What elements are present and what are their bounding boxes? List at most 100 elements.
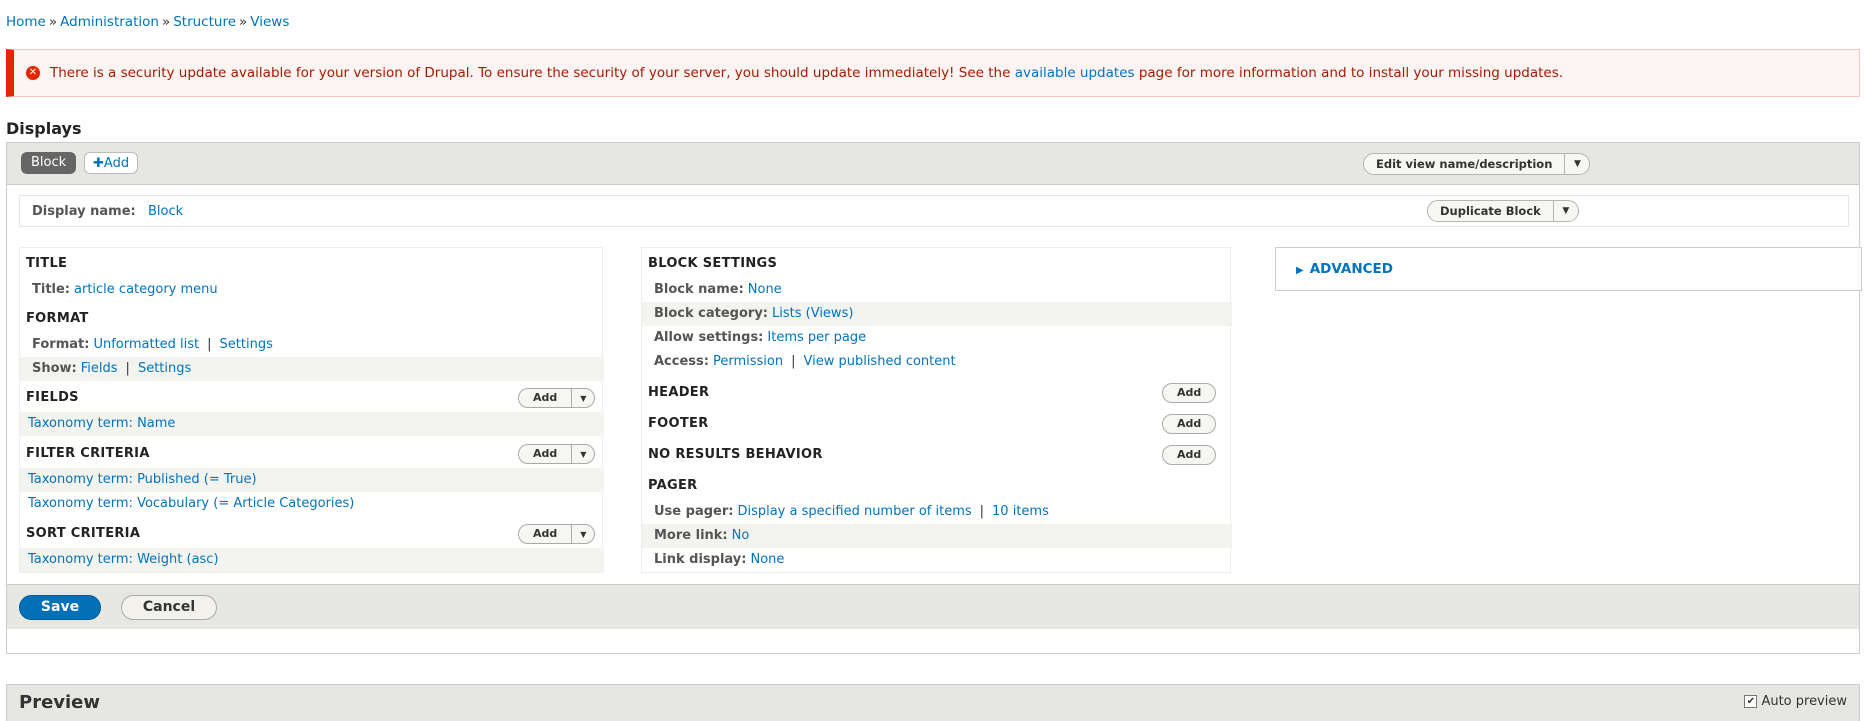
alert-text: There is a security update available for… [50, 65, 1563, 81]
format-row: Format: Unformatted list | Settings [20, 333, 604, 357]
title-value-link[interactable]: article category menu [74, 282, 218, 297]
display-tabs-bar: Block ✚Add Edit view name/description ▼ [7, 143, 1859, 185]
chevron-down-icon[interactable]: ▼ [571, 525, 594, 543]
breadcrumb-separator: » [48, 14, 58, 30]
block-category-label: Block category: [654, 306, 769, 321]
access-permission-link[interactable]: Permission [713, 354, 783, 369]
format-value-link[interactable]: Unformatted list [93, 337, 199, 352]
triangle-right-icon: ▶ [1296, 265, 1304, 276]
no-results-heading: NO RESULTS BEHAVIOR [648, 447, 823, 462]
add-display-label: Add [103, 156, 130, 171]
sort-add-dropbutton[interactable]: Add ▼ [518, 524, 596, 544]
displays-title: Displays [6, 119, 82, 138]
field-link[interactable]: Taxonomy term: Name [28, 416, 175, 431]
filter-add-dropbutton[interactable]: Add ▼ [518, 444, 596, 464]
advanced-label: ADVANCED [1309, 261, 1393, 277]
column-settings: BLOCK SETTINGS Block name: None Block cat… [641, 247, 1232, 573]
breadcrumb: Home» Administration» Structure» Views [6, 14, 289, 30]
breadcrumb-views[interactable]: Views [250, 14, 289, 30]
breadcrumb-administration[interactable]: Administration [60, 14, 159, 30]
use-pager-link[interactable]: Display a specified number of items [737, 504, 971, 519]
auto-preview-checkbox[interactable]: ✔ [1744, 695, 1758, 708]
breadcrumb-separator: » [239, 14, 248, 30]
edit-view-dropbutton[interactable]: Edit view name/description ▼ [1363, 153, 1591, 175]
block-category-link[interactable]: Lists (Views) [772, 306, 853, 321]
breadcrumb-structure[interactable]: Structure [173, 14, 236, 30]
filter-criteria-heading: FILTER CRITERIA [26, 446, 150, 461]
no-results-add-button[interactable]: Add [1162, 445, 1217, 465]
fields-add-dropbutton[interactable]: Add ▼ [518, 388, 596, 408]
fields-add-button[interactable]: Add [519, 389, 571, 407]
security-alert: ✕ There is a security update available f… [6, 49, 1860, 97]
block-name-label: Block name: [654, 282, 744, 297]
form-actions: Save Cancel [7, 584, 1859, 629]
preview-title: Preview [19, 692, 101, 713]
available-updates-link[interactable]: available updates [1015, 65, 1135, 81]
edit-view-name-button[interactable]: Edit view name/description [1364, 154, 1564, 174]
sort-link[interactable]: Taxonomy term: Weight (asc) [28, 552, 219, 567]
use-pager-label: Use pager: [654, 504, 734, 519]
chevron-down-icon[interactable]: ▼ [1552, 201, 1578, 221]
chevron-down-icon[interactable]: ▼ [1564, 154, 1589, 174]
breadcrumb-home[interactable]: Home [6, 14, 46, 30]
save-button[interactable]: Save [19, 595, 101, 620]
chevron-down-icon[interactable]: ▼ [571, 389, 594, 407]
more-link-link[interactable]: No [732, 528, 750, 543]
title-heading: TITLE [26, 256, 68, 271]
advanced-toggle[interactable]: ▶ ADVANCED [1296, 261, 1393, 277]
add-display-button[interactable]: ✚Add [84, 152, 139, 174]
block-name-link[interactable]: None [748, 282, 782, 297]
format-heading: FORMAT [26, 311, 89, 326]
allow-settings-link[interactable]: Items per page [767, 330, 866, 345]
access-published-link[interactable]: View published content [803, 354, 955, 369]
access-row: Access: Permission | View published content [642, 350, 1232, 374]
link-display-link[interactable]: None [750, 552, 784, 567]
filter-link[interactable]: Taxonomy term: Published (= True) [28, 472, 257, 487]
sort-add-button[interactable]: Add [519, 525, 571, 543]
use-pager-row: Use pager: Display a specified number of … [642, 500, 1232, 524]
alert-text-before: There is a security update available for… [50, 65, 1011, 81]
breadcrumb-separator: » [161, 14, 171, 30]
footer-heading: FOOTER [648, 416, 709, 431]
pager-heading: PAGER [648, 478, 698, 493]
more-link-row: More link: No [642, 524, 1232, 548]
filter-add-button[interactable]: Add [519, 445, 571, 463]
access-label: Access: [654, 354, 709, 369]
cancel-button[interactable]: Cancel [121, 595, 217, 620]
chevron-down-icon[interactable]: ▼ [571, 445, 594, 463]
list-item: Taxonomy term: Weight (asc) [20, 548, 604, 572]
auto-preview-label: Auto preview [1761, 694, 1847, 709]
display-name-label: Display name: [32, 204, 136, 219]
format-label: Format: [32, 337, 90, 352]
footer-add-label: Add [1177, 417, 1202, 430]
list-item: Taxonomy term: Published (= True) [20, 468, 604, 492]
header-add-label: Add [1177, 386, 1202, 399]
duplicate-block-button[interactable]: Duplicate Block [1428, 201, 1553, 221]
block-name-row: Block name: None [642, 278, 1232, 302]
format-settings-link[interactable]: Settings [220, 337, 273, 352]
display-name-row: Display name: Block Duplicate Block ▼ [19, 195, 1849, 227]
title-row: Title: article category menu [20, 278, 604, 302]
divider: | [125, 361, 130, 376]
footer-add-button[interactable]: Add [1162, 414, 1217, 434]
items-per-page-link[interactable]: 10 items [992, 504, 1049, 519]
error-icon: ✕ [26, 66, 40, 80]
show-row: Show: Fields | Settings [20, 357, 604, 381]
auto-preview-toggle[interactable]: ✔ Auto preview [1744, 694, 1847, 709]
list-item: Taxonomy term: Name [20, 412, 604, 436]
advanced-section[interactable]: ▶ ADVANCED [1275, 247, 1862, 291]
header-heading: HEADER [648, 385, 710, 400]
fields-heading: FIELDS [26, 390, 79, 405]
filter-link[interactable]: Taxonomy term: Vocabulary (= Article Cat… [28, 496, 354, 511]
show-value-link[interactable]: Fields [81, 361, 118, 376]
preview-bar: Preview ✔ Auto preview [6, 684, 1860, 721]
header-add-button[interactable]: Add [1162, 383, 1217, 403]
display-name-link[interactable]: Block [148, 204, 183, 219]
link-display-row: Link display: None [642, 548, 1232, 572]
duplicate-dropbutton[interactable]: Duplicate Block ▼ [1427, 200, 1579, 222]
tab-block[interactable]: Block [21, 152, 77, 174]
block-category-row: Block category: Lists (Views) [642, 302, 1232, 326]
link-display-label: Link display: [654, 552, 747, 567]
show-settings-link[interactable]: Settings [138, 361, 191, 376]
no-results-add-label: Add [1177, 448, 1202, 461]
